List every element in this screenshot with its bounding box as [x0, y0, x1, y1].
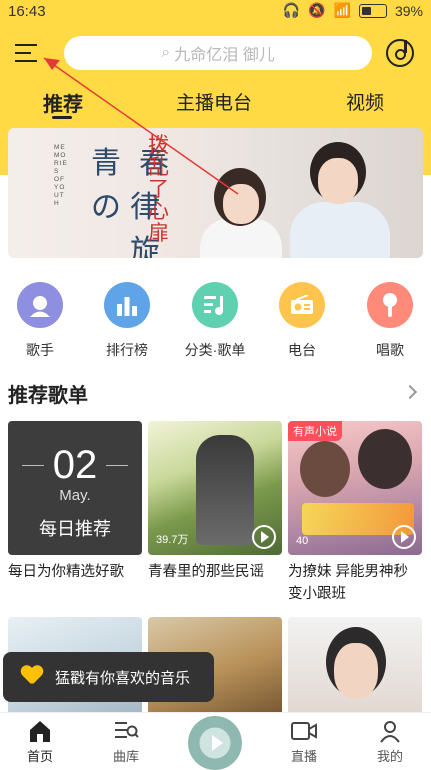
chart-icon: [104, 282, 150, 328]
tab-anchor-radio[interactable]: 主播电台: [176, 88, 252, 115]
search-bar[interactable]: ⌕ 九命亿泪 御儿: [64, 36, 372, 70]
status-bar: 16:43 🎧 🔕 📶 39%: [0, 0, 431, 24]
heart-icon: [21, 666, 43, 688]
menu-icon[interactable]: [15, 42, 41, 64]
category-charts[interactable]: 排行榜: [87, 282, 167, 360]
search-placeholder: 九命亿泪 御儿: [174, 47, 275, 64]
nav-live[interactable]: 直播: [274, 719, 334, 765]
singer-icon: [17, 282, 63, 328]
library-icon: [96, 719, 156, 743]
daily-cover: 02 May. 每日推荐: [8, 421, 142, 555]
tab-recommend[interactable]: 推荐: [43, 88, 83, 117]
playlist-card[interactable]: 有声小说 40 为撩妹 异能男神秒变小跟班: [288, 421, 422, 605]
battery-percent: 39%: [394, 2, 423, 19]
playlist-card[interactable]: 39.7万 青春里的那些民谣: [148, 421, 282, 583]
playlist-icon: [192, 282, 238, 328]
mute-icon: 🔕: [308, 2, 326, 18]
banner-title-char: の: [91, 190, 121, 225]
nav-label: 直播: [290, 749, 317, 764]
mic-icon: [367, 282, 413, 328]
audio-novel-tag: 有声小说: [288, 421, 342, 441]
category-singer[interactable]: 歌手: [0, 282, 80, 360]
play-count: 40: [296, 535, 309, 547]
search-icon: ⌕: [161, 44, 171, 61]
play-icon[interactable]: [392, 525, 416, 549]
music-recognition-icon[interactable]: [386, 39, 414, 67]
toast-text: 猛戳有你喜欢的音乐: [55, 669, 191, 687]
nav-label: 曲库: [112, 749, 139, 764]
play-icon[interactable]: [252, 525, 276, 549]
radio-icon: [279, 282, 325, 328]
category-radio[interactable]: 电台: [262, 282, 342, 360]
banner-side-text: MEMORIES OF YOUTH: [54, 144, 68, 207]
nav-library[interactable]: 曲库: [96, 719, 156, 765]
banner-title-char: 青: [91, 146, 121, 181]
category-label: 电台: [288, 342, 316, 358]
play-count: 39.7万: [156, 534, 189, 546]
live-camera-icon: [274, 719, 334, 743]
status-time: 16:43: [8, 3, 46, 20]
nav-me[interactable]: 我的: [360, 719, 420, 765]
daily-month: May.: [59, 487, 91, 504]
playlist-cover: [288, 617, 422, 712]
profile-icon: [360, 719, 420, 743]
toast-banner[interactable]: 猛戳有你喜欢的音乐: [3, 652, 214, 702]
banner-subtitle: 拨乱了心扉: [148, 133, 169, 245]
playlist-caption: 每日为你精选好歌: [8, 564, 124, 580]
active-tab-indicator: [52, 116, 72, 119]
nav-label: 我的: [376, 749, 403, 764]
battery-icon: [358, 3, 387, 18]
wifi-icon: 📶: [333, 2, 351, 18]
nav-home[interactable]: 首页: [10, 719, 70, 765]
headphone-icon: 🎧: [282, 2, 301, 18]
daily-day: 02: [52, 443, 98, 487]
playlist-cover: 39.7万: [148, 421, 282, 555]
home-icon: [10, 719, 70, 743]
banner[interactable]: MEMORIES OF YOUTH 青 春 の 旋 律 拨乱了心扉: [8, 128, 423, 258]
chevron-right-icon[interactable]: [402, 384, 418, 400]
category-label: 歌手: [26, 342, 54, 358]
category-karaoke[interactable]: 唱歌: [350, 282, 430, 360]
category-playlists[interactable]: 分类·歌单: [175, 282, 255, 360]
status-icons: 🎧 🔕 📶 39%: [283, 2, 423, 19]
nav-label: 首页: [26, 749, 53, 764]
category-label: 分类·歌单: [184, 342, 246, 358]
playlist-caption: 青春里的那些民谣: [148, 564, 264, 580]
category-label: 唱歌: [376, 342, 404, 358]
banner-figure: [318, 158, 358, 204]
playlist-caption: 为撩妹 异能男神秒变小跟班: [288, 564, 409, 602]
banner-figure: [290, 202, 390, 258]
playlist-card[interactable]: [288, 617, 422, 712]
playlist-card[interactable]: 02 May. 每日推荐 每日为你精选好歌: [8, 421, 142, 583]
now-playing-disc[interactable]: [188, 716, 242, 770]
section-title: 推荐歌单: [8, 385, 88, 407]
banner-figure: [223, 184, 259, 224]
tab-video[interactable]: 视频: [346, 88, 384, 115]
daily-label: 每日推荐: [39, 519, 111, 539]
category-label: 排行榜: [106, 342, 148, 358]
playlist-cover: 有声小说 40: [288, 421, 422, 555]
